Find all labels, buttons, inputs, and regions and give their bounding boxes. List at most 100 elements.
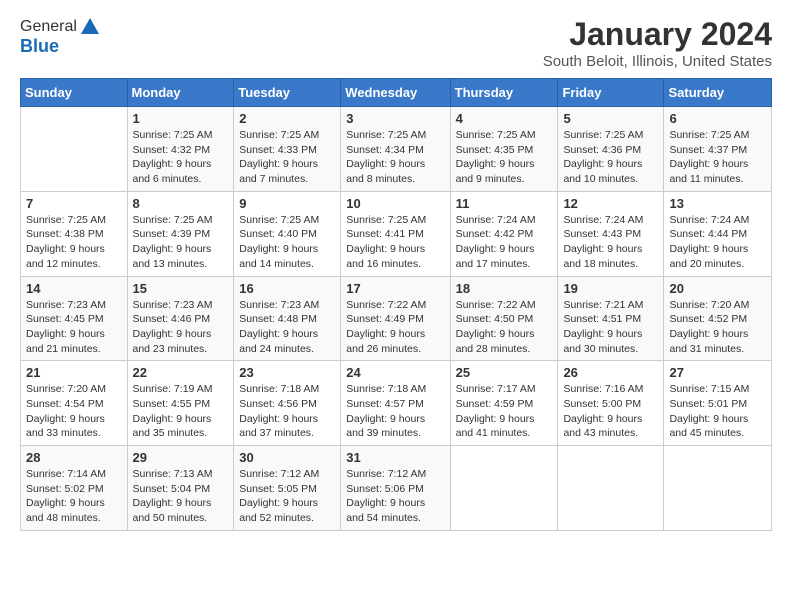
calendar-cell: 10Sunrise: 7:25 AMSunset: 4:41 PMDayligh… [341, 191, 450, 276]
day-info: Sunrise: 7:20 AMSunset: 4:52 PMDaylight:… [669, 298, 766, 357]
day-number: 28 [26, 450, 122, 465]
calendar-cell: 26 Sunrise: 7:16 AMSunset: 5:00 PMDayligh… [558, 361, 664, 446]
day-info: Sunrise: 7:12 AMSunset: 5:05 PMDaylight:… [239, 467, 335, 526]
weekday-header-row: SundayMondayTuesdayWednesdayThursdayFrid… [21, 79, 772, 107]
day-number: 17 [346, 281, 444, 296]
day-info: Sunrise: 7:25 AMSunset: 4:40 PMDaylight:… [239, 213, 335, 272]
calendar-cell: 24 Sunrise: 7:18 AMSunset: 4:57 PMDayligh… [341, 361, 450, 446]
day-info: Sunrise: 7:16 AMSunset: 5:00 PMDaylight:… [563, 382, 658, 441]
day-number: 9 [239, 196, 335, 211]
day-number: 2 [239, 111, 335, 126]
logo: General Blue [20, 16, 101, 57]
weekday-header-monday: Monday [127, 79, 234, 107]
page-subtitle: South Beloit, Illinois, United States [543, 53, 772, 70]
day-info: Sunrise: 7:13 AMSunset: 5:04 PMDaylight:… [133, 467, 229, 526]
day-info: Sunrise: 7:18 AMSunset: 4:57 PMDaylight:… [346, 382, 444, 441]
day-info: Sunrise: 7:25 AMSunset: 4:32 PMDaylight:… [133, 128, 229, 187]
calendar-header: SundayMondayTuesdayWednesdayThursdayFrid… [21, 79, 772, 107]
day-info: Sunrise: 7:24 AMSunset: 4:42 PMDaylight:… [456, 213, 553, 272]
day-info: Sunrise: 7:25 AMSunset: 4:39 PMDaylight:… [133, 213, 229, 272]
day-number: 25 [456, 365, 553, 380]
calendar-cell: 29 Sunrise: 7:13 AMSunset: 5:04 PMDayligh… [127, 446, 234, 531]
day-info: Sunrise: 7:23 AMSunset: 4:45 PMDaylight:… [26, 298, 122, 357]
day-number: 24 [346, 365, 444, 380]
calendar-cell: 28 Sunrise: 7:14 AMSunset: 5:02 PMDayligh… [21, 446, 128, 531]
calendar-cell: 16 Sunrise: 7:23 AMSunset: 4:48 PMDayligh… [234, 276, 341, 361]
calendar-cell: 3 Sunrise: 7:25 AMSunset: 4:34 PMDaylight… [341, 107, 450, 192]
calendar-cell: 6 Sunrise: 7:25 AMSunset: 4:37 PMDaylight… [664, 107, 772, 192]
calendar-cell: 17 Sunrise: 7:22 AMSunset: 4:49 PMDayligh… [341, 276, 450, 361]
day-number: 26 [563, 365, 658, 380]
day-number: 8 [133, 196, 229, 211]
logo-blue-text: Blue [20, 36, 59, 57]
calendar-table: SundayMondayTuesdayWednesdayThursdayFrid… [20, 78, 772, 531]
day-number: 7 [26, 196, 122, 211]
calendar-week-3: 14 Sunrise: 7:23 AMSunset: 4:45 PMDayligh… [21, 276, 772, 361]
day-number: 13 [669, 196, 766, 211]
day-info: Sunrise: 7:22 AMSunset: 4:49 PMDaylight:… [346, 298, 444, 357]
day-info: Sunrise: 7:21 AMSunset: 4:51 PMDaylight:… [563, 298, 658, 357]
weekday-header-sunday: Sunday [21, 79, 128, 107]
weekday-header-wednesday: Wednesday [341, 79, 450, 107]
day-number: 6 [669, 111, 766, 126]
day-info: Sunrise: 7:25 AMSunset: 4:37 PMDaylight:… [669, 128, 766, 187]
day-info: Sunrise: 7:25 AMSunset: 4:35 PMDaylight:… [456, 128, 553, 187]
calendar-cell: 23 Sunrise: 7:18 AMSunset: 4:56 PMDayligh… [234, 361, 341, 446]
day-number: 15 [133, 281, 229, 296]
logo-icon [79, 16, 101, 38]
day-number: 31 [346, 450, 444, 465]
day-info: Sunrise: 7:23 AMSunset: 4:48 PMDaylight:… [239, 298, 335, 357]
day-number: 3 [346, 111, 444, 126]
page-title: January 2024 [543, 16, 772, 53]
title-block: January 2024 South Beloit, Illinois, Uni… [543, 16, 772, 70]
calendar-cell: 25 Sunrise: 7:17 AMSunset: 4:59 PMDayligh… [450, 361, 558, 446]
day-info: Sunrise: 7:24 AMSunset: 4:44 PMDaylight:… [669, 213, 766, 272]
day-number: 4 [456, 111, 553, 126]
day-number: 23 [239, 365, 335, 380]
calendar-cell: 31 Sunrise: 7:12 AMSunset: 5:06 PMDayligh… [341, 446, 450, 531]
day-number: 20 [669, 281, 766, 296]
day-number: 14 [26, 281, 122, 296]
calendar-body: 1 Sunrise: 7:25 AMSunset: 4:32 PMDaylight… [21, 107, 772, 531]
day-number: 16 [239, 281, 335, 296]
day-info: Sunrise: 7:18 AMSunset: 4:56 PMDaylight:… [239, 382, 335, 441]
weekday-header-friday: Friday [558, 79, 664, 107]
day-info: Sunrise: 7:17 AMSunset: 4:59 PMDaylight:… [456, 382, 553, 441]
calendar-cell: 1 Sunrise: 7:25 AMSunset: 4:32 PMDaylight… [127, 107, 234, 192]
calendar-cell: 19 Sunrise: 7:21 AMSunset: 4:51 PMDayligh… [558, 276, 664, 361]
calendar-cell: 13 Sunrise: 7:24 AMSunset: 4:44 PMDayligh… [664, 191, 772, 276]
day-info: Sunrise: 7:22 AMSunset: 4:50 PMDaylight:… [456, 298, 553, 357]
logo-general-text: General [20, 18, 77, 36]
calendar-cell: 21 Sunrise: 7:20 AMSunset: 4:54 PMDayligh… [21, 361, 128, 446]
day-info: Sunrise: 7:20 AMSunset: 4:54 PMDaylight:… [26, 382, 122, 441]
calendar-cell: 14 Sunrise: 7:23 AMSunset: 4:45 PMDayligh… [21, 276, 128, 361]
day-number: 19 [563, 281, 658, 296]
weekday-header-tuesday: Tuesday [234, 79, 341, 107]
day-number: 11 [456, 196, 553, 211]
day-info: Sunrise: 7:25 AMSunset: 4:33 PMDaylight:… [239, 128, 335, 187]
calendar-cell: 4 Sunrise: 7:25 AMSunset: 4:35 PMDaylight… [450, 107, 558, 192]
calendar-week-4: 21 Sunrise: 7:20 AMSunset: 4:54 PMDayligh… [21, 361, 772, 446]
calendar-week-5: 28 Sunrise: 7:14 AMSunset: 5:02 PMDayligh… [21, 446, 772, 531]
day-number: 29 [133, 450, 229, 465]
calendar-cell: 11 Sunrise: 7:24 AMSunset: 4:42 PMDayligh… [450, 191, 558, 276]
day-info: Sunrise: 7:25 AMSunset: 4:36 PMDaylight:… [563, 128, 658, 187]
day-info: Sunrise: 7:25 AMSunset: 4:38 PMDaylight:… [26, 213, 122, 272]
day-info: Sunrise: 7:25 AMSunset: 4:34 PMDaylight:… [346, 128, 444, 187]
calendar-cell [450, 446, 558, 531]
weekday-header-saturday: Saturday [664, 79, 772, 107]
calendar-cell: 2 Sunrise: 7:25 AMSunset: 4:33 PMDaylight… [234, 107, 341, 192]
day-number: 21 [26, 365, 122, 380]
calendar-week-1: 1 Sunrise: 7:25 AMSunset: 4:32 PMDaylight… [21, 107, 772, 192]
calendar-week-2: 7 Sunrise: 7:25 AMSunset: 4:38 PMDaylight… [21, 191, 772, 276]
calendar-cell: 22Sunrise: 7:19 AMSunset: 4:55 PMDayligh… [127, 361, 234, 446]
day-info: Sunrise: 7:14 AMSunset: 5:02 PMDaylight:… [26, 467, 122, 526]
day-number: 10 [346, 196, 444, 211]
day-number: 18 [456, 281, 553, 296]
day-number: 1 [133, 111, 229, 126]
calendar-cell [21, 107, 128, 192]
day-number: 5 [563, 111, 658, 126]
day-info: Sunrise: 7:12 AMSunset: 5:06 PMDaylight:… [346, 467, 444, 526]
calendar-cell: 30Sunrise: 7:12 AMSunset: 5:05 PMDayligh… [234, 446, 341, 531]
day-info: Sunrise: 7:24 AMSunset: 4:43 PMDaylight:… [563, 213, 658, 272]
